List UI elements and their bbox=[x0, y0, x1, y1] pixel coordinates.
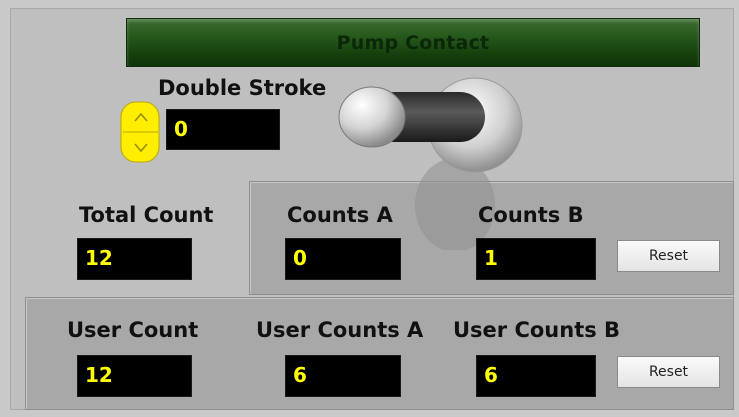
total-count-value: 12 bbox=[77, 238, 192, 280]
double-stroke-value[interactable]: 0 bbox=[166, 109, 280, 150]
double-stroke-label: Double Stroke bbox=[158, 76, 327, 100]
user-counts-a-label: User Counts A bbox=[256, 318, 424, 342]
total-count-label: Total Count bbox=[79, 203, 214, 227]
increment-arrow-icon[interactable] bbox=[126, 103, 156, 133]
pump-contact-led: Pump Contact bbox=[126, 18, 700, 67]
user-count-value: 12 bbox=[77, 355, 192, 397]
user-count-label: User Count bbox=[67, 318, 199, 342]
reset-user-counts-button[interactable]: Reset bbox=[617, 356, 720, 388]
counts-a-label: Counts A bbox=[287, 203, 393, 227]
user-counts-b-label: User Counts B bbox=[453, 318, 621, 342]
counts-b-value: 1 bbox=[476, 238, 596, 280]
user-counts-b-value: 6 bbox=[476, 355, 596, 397]
counts-b-label: Counts B bbox=[478, 203, 584, 227]
user-counts-a-value: 6 bbox=[285, 355, 401, 397]
double-stroke-stepper[interactable] bbox=[118, 99, 163, 165]
pump-contact-label: Pump Contact bbox=[336, 32, 490, 54]
reset-counts-button[interactable]: Reset bbox=[617, 240, 720, 272]
counts-a-value: 0 bbox=[285, 238, 401, 280]
decrement-arrow-icon[interactable] bbox=[126, 133, 156, 163]
